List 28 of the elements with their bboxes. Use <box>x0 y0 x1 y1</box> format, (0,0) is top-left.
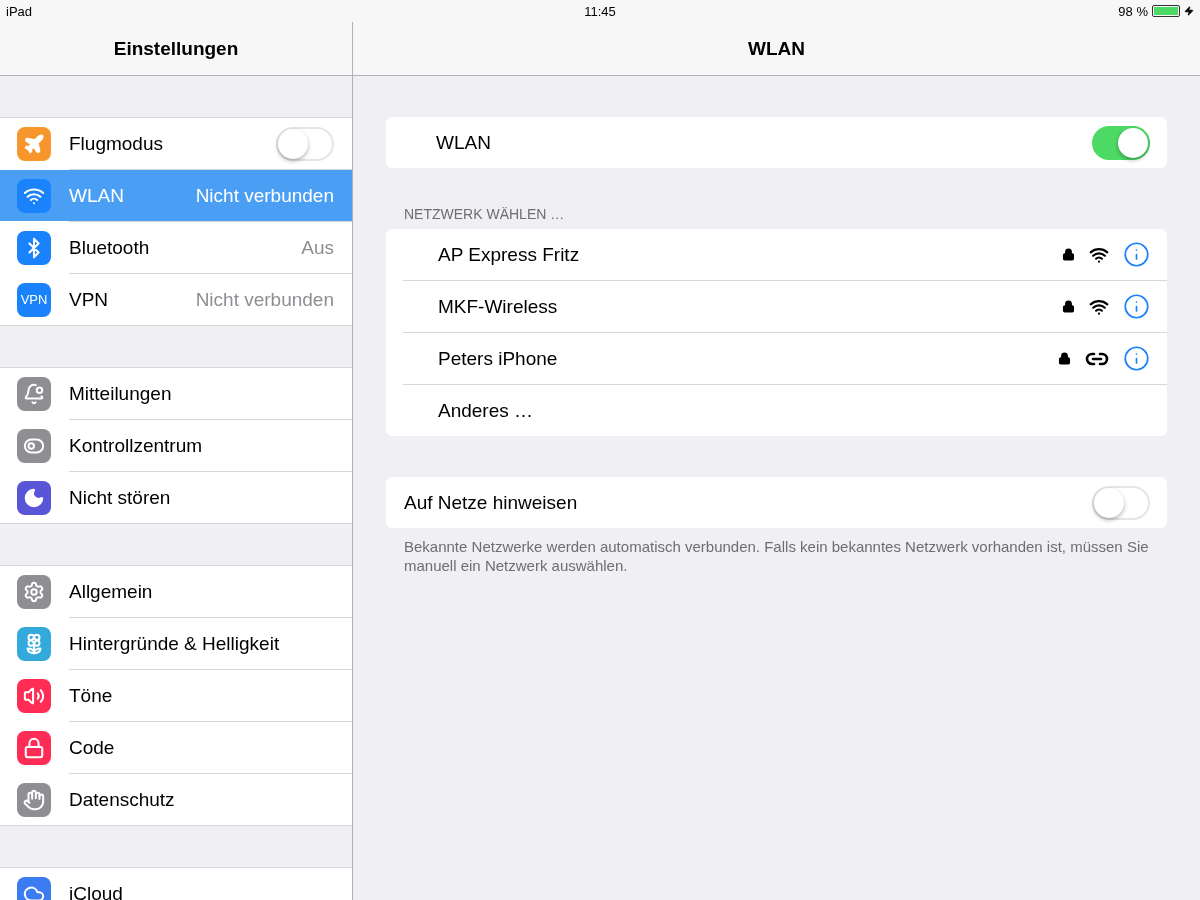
device-name: iPad <box>6 3 33 19</box>
battery-percent: 98 % <box>1118 3 1148 19</box>
moon-icon <box>23 486 45 509</box>
clock: 11:45 <box>584 3 616 19</box>
info-button[interactable] <box>1123 293 1150 320</box>
footer-note: Bekannte Netzwerke werden automatisch verbunden. Falls kein bekanntes Netzwerk vorhanden ist, müssen Sie manuell ein Netzwerk auswählen. <box>404 537 1150 575</box>
item-value: Nicht verbunden <box>195 184 334 207</box>
item-value: Nicht verbunden <box>195 288 334 311</box>
section-header: NETZWERK WÄHLEN … <box>404 206 566 222</box>
network-item[interactable]: Peters iPhone <box>386 333 1167 384</box>
notify-label: Auf Netze hinweisen <box>404 491 579 514</box>
vpn-icon: VPN <box>20 292 48 307</box>
toggle-switch[interactable] <box>1092 125 1150 160</box>
settings-icon <box>23 580 45 603</box>
network-item[interactable]: AP Express Fritz <box>386 229 1167 280</box>
network-item[interactable]: Anderes … <box>386 385 1167 436</box>
item-value: Aus <box>301 236 334 259</box>
notifications-icon <box>23 382 45 405</box>
airplane-icon <box>23 132 45 155</box>
page-title: WLAN <box>748 37 805 60</box>
hand-icon <box>23 788 45 811</box>
sidebar-title: Einstellungen <box>113 37 239 60</box>
wlan-label: WLAN <box>436 131 492 154</box>
battery-icon <box>1152 5 1180 17</box>
lock-icon <box>23 736 45 759</box>
info-button[interactable] <box>1123 241 1150 268</box>
network-item[interactable]: MKF-Wireless <box>386 281 1167 332</box>
info-button[interactable] <box>1123 345 1150 372</box>
